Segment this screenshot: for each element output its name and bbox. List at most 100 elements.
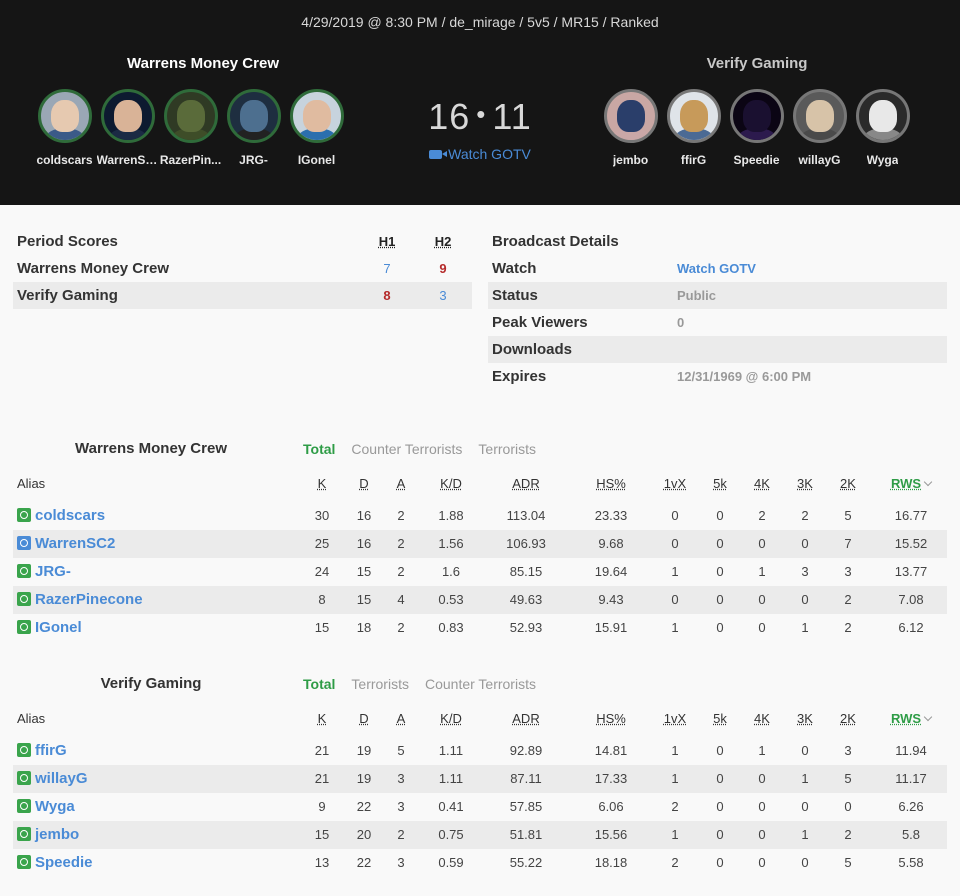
col-header-d[interactable]: D	[354, 470, 374, 498]
steam-icon	[17, 620, 31, 634]
tab-terrorists[interactable]: Terrorists	[351, 676, 409, 692]
cell-d: 22	[356, 799, 372, 814]
cell-4k: 1	[758, 564, 766, 579]
player-card[interactable]: coldscars	[33, 89, 96, 167]
col-header-label: ADR	[512, 711, 540, 726]
steam-icon	[17, 799, 31, 813]
cell-hs: 17.33	[594, 771, 628, 786]
tab-counter-terrorists[interactable]: Counter Terrorists	[425, 676, 536, 692]
cell-kd: 1.11	[438, 743, 464, 758]
player-card[interactable]: JRG-	[222, 89, 285, 167]
avatar[interactable]	[792, 89, 847, 143]
player-name[interactable]: Speedie	[733, 153, 779, 167]
tab-terrorists[interactable]: Terrorists	[478, 441, 536, 457]
avatar[interactable]	[289, 89, 344, 143]
cell-k: 30	[314, 508, 330, 523]
avatar[interactable]	[729, 89, 784, 143]
col-header-5k[interactable]: 5k	[708, 470, 732, 498]
h2-header: H2	[434, 234, 452, 249]
avatar[interactable]	[163, 89, 218, 143]
player-alias-link[interactable]: IGonel	[17, 614, 82, 642]
player-card[interactable]: WarrenSC2	[96, 89, 159, 167]
period-h1-score: 7	[383, 261, 391, 276]
col-header-alias[interactable]: Alias	[17, 705, 45, 733]
avatar[interactable]	[37, 89, 92, 143]
team2-name[interactable]: Verify Gaming	[607, 55, 907, 72]
player-name[interactable]: Wyga	[867, 153, 899, 167]
player-alias-link[interactable]: RazerPinecone	[17, 586, 143, 614]
col-header-alias[interactable]: Alias	[17, 470, 45, 498]
col-header-2k[interactable]: 2K	[836, 470, 860, 498]
col-header-a[interactable]: A	[391, 705, 411, 733]
broadcast-row: Downloads	[488, 336, 947, 363]
col-header-adr[interactable]: ADR	[501, 705, 551, 733]
player-alias-link[interactable]: willayG	[17, 765, 88, 793]
player-name[interactable]: ffirG	[681, 153, 706, 167]
player-name[interactable]: JRG-	[239, 153, 268, 167]
avatar[interactable]	[603, 89, 658, 143]
col-header-a[interactable]: A	[391, 470, 411, 498]
col-header-d[interactable]: D	[354, 705, 374, 733]
cell-kd: 0.59	[438, 855, 464, 870]
col-header-1vx[interactable]: 1vX	[657, 470, 693, 498]
player-name[interactable]: willayG	[798, 153, 840, 167]
player-alias-link[interactable]: coldscars	[17, 502, 105, 530]
col-header-3k[interactable]: 3K	[793, 705, 817, 733]
cell-adr: 113.04	[506, 508, 546, 523]
player-alias-link[interactable]: jembo	[17, 821, 79, 849]
player-card[interactable]: IGonel	[285, 89, 348, 167]
col-header-3k[interactable]: 3K	[793, 470, 817, 498]
team1-roster: coldscars WarrenSC2 RazerPin... JRG- IGo…	[33, 89, 348, 167]
player-alias-link[interactable]: JRG-	[17, 558, 71, 586]
cell-rws: 11.17	[895, 771, 927, 786]
broadcast-watch-link[interactable]: Watch GOTV	[677, 255, 756, 282]
watch-gotv-link[interactable]: Watch GOTV	[380, 146, 580, 162]
col-header-k[interactable]: K	[312, 705, 332, 733]
player-name[interactable]: RazerPin...	[160, 153, 221, 167]
col-header-kd[interactable]: K/D	[435, 705, 467, 733]
player-name[interactable]: jembo	[613, 153, 648, 167]
tab-total[interactable]: Total	[303, 676, 335, 692]
cell-3k: 0	[801, 855, 809, 870]
player-name[interactable]: coldscars	[36, 153, 92, 167]
col-header-adr[interactable]: ADR	[501, 470, 551, 498]
player-alias-link[interactable]: ffirG	[17, 737, 67, 765]
col-header-label: 2K	[840, 476, 856, 491]
col-header-4k[interactable]: 4K	[750, 705, 774, 733]
avatar[interactable]	[100, 89, 155, 143]
player-name[interactable]: IGonel	[298, 153, 335, 167]
col-header-rws[interactable]: RWS	[883, 705, 939, 733]
player-card[interactable]: jembo	[599, 89, 662, 167]
player-alias-link[interactable]: Speedie	[17, 849, 93, 877]
tab-total[interactable]: Total	[303, 441, 335, 457]
player-card[interactable]: Speedie	[725, 89, 788, 167]
player-card[interactable]: Wyga	[851, 89, 914, 167]
player-card[interactable]: RazerPin...	[159, 89, 222, 167]
col-header-kd[interactable]: K/D	[435, 470, 467, 498]
player-alias-link[interactable]: Wyga	[17, 793, 75, 821]
col-header-hs[interactable]: HS%	[586, 470, 636, 498]
broadcast-header-row: Broadcast Details	[488, 228, 947, 255]
player-name[interactable]: WarrenSC2	[97, 153, 159, 167]
steam-icon	[17, 743, 31, 757]
col-header-5k[interactable]: 5k	[708, 705, 732, 733]
period-row: Verify Gaming 8 3	[13, 282, 472, 309]
match-header: 4/29/2019 @ 8:30 PM / de_mirage / 5v5 / …	[0, 0, 960, 205]
table-row: ffirG 21 19 5 1.11 92.89 14.81 1 0 1 0 3 11.94	[13, 737, 947, 765]
team1-name[interactable]: Warrens Money Crew	[53, 55, 353, 72]
col-header-k[interactable]: K	[312, 470, 332, 498]
avatar[interactable]	[666, 89, 721, 143]
tab-counter-terrorists[interactable]: Counter Terrorists	[351, 441, 462, 457]
col-header-1vx[interactable]: 1vX	[657, 705, 693, 733]
player-card[interactable]: ffirG	[662, 89, 725, 167]
player-card[interactable]: willayG	[788, 89, 851, 167]
col-header-2k[interactable]: 2K	[836, 705, 860, 733]
col-header-rws[interactable]: RWS	[883, 470, 939, 498]
cell-a: 2	[397, 536, 405, 551]
avatar[interactable]	[855, 89, 910, 143]
avatar[interactable]	[226, 89, 281, 143]
col-header-4k[interactable]: 4K	[750, 470, 774, 498]
player-alias-link[interactable]: WarrenSC2	[17, 530, 115, 558]
player-alias: ffirG	[35, 742, 67, 759]
col-header-hs[interactable]: HS%	[586, 705, 636, 733]
